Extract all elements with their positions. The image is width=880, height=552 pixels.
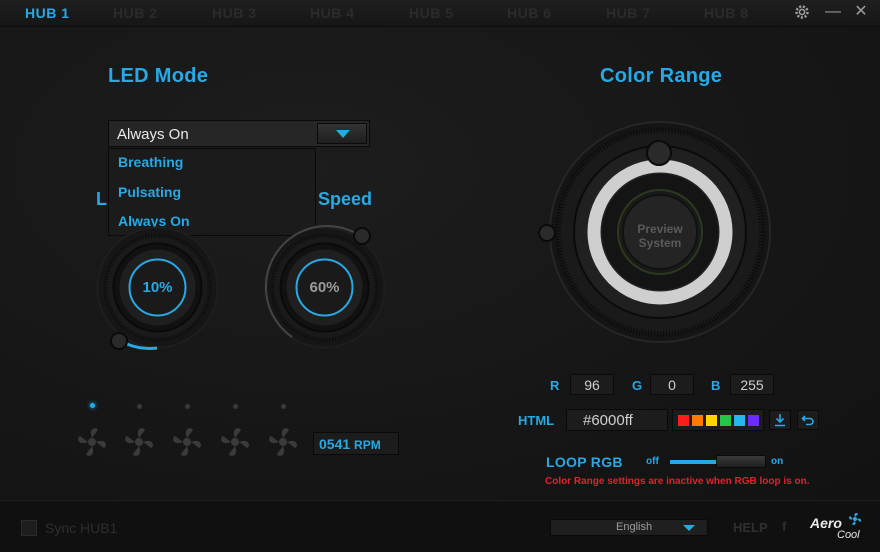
rpm-unit: RPM [354, 438, 381, 452]
loop-rgb-label: LOOP RGB [546, 454, 623, 470]
fan-icon[interactable] [74, 424, 110, 460]
menu-item-breathing[interactable]: Breathing [118, 154, 183, 170]
led-mode-selected: Always On [117, 126, 189, 143]
preview-system-button[interactable]: Preview System [620, 222, 700, 250]
tab-hub-3[interactable]: HUB 3 [212, 5, 257, 21]
fan-indicator-4 [233, 404, 238, 409]
loop-warning-text: Color Range settings are inactive when R… [545, 476, 810, 487]
speed-value: 60% [309, 279, 340, 296]
color-range-title: Color Range [600, 65, 723, 87]
tab-hub-5[interactable]: HUB 5 [409, 5, 454, 21]
undo-button[interactable] [797, 410, 819, 430]
system-label: System [638, 236, 682, 250]
brightness-label-fragment: L [96, 189, 107, 209]
sync-hub-label: Sync HUB1 [45, 520, 118, 536]
gear-icon[interactable] [792, 3, 812, 26]
hub-tab-bar: HUB 1 HUB 2 HUB 3 HUB 4 HUB 5 HUB 6 HUB … [0, 0, 880, 27]
r-value-field[interactable]: 96 [570, 374, 614, 395]
swatch-orange[interactable] [692, 415, 703, 426]
swatch-red[interactable] [678, 415, 689, 426]
fan-icon[interactable] [121, 424, 157, 460]
chevron-down-icon [683, 525, 695, 531]
tab-hub-6[interactable]: HUB 6 [507, 5, 552, 21]
swatch-purple[interactable] [748, 415, 759, 426]
fan-icon[interactable] [169, 424, 205, 460]
fan-indicator-3 [185, 404, 190, 409]
rpm-display: 0541 RPM [313, 432, 399, 455]
speed-label: Speed [318, 189, 373, 209]
fan-indicator-2 [137, 404, 142, 409]
fan-indicator-1 [90, 403, 95, 408]
language-select[interactable]: English [550, 519, 708, 536]
menu-item-pulsating[interactable]: Pulsating [118, 184, 181, 200]
aerocool-logo: Aero Cool [810, 512, 862, 544]
chevron-down-icon [336, 130, 350, 138]
help-link[interactable]: HELP [733, 520, 768, 535]
toggle-off-label: off [646, 456, 659, 467]
download-icon [775, 414, 785, 427]
toggle-on-label: on [771, 456, 784, 467]
brightness-value: 10% [142, 279, 173, 296]
swatch-yellow[interactable] [706, 415, 717, 426]
undo-icon [801, 415, 814, 426]
led-mode-menu: Breathing Pulsating Always On [108, 148, 316, 236]
save-color-button[interactable] [769, 410, 791, 430]
preview-label: Preview [637, 222, 683, 236]
r-label: R [550, 378, 560, 393]
loop-rgb-toggle[interactable] [716, 455, 766, 468]
fan-icon[interactable] [265, 424, 301, 460]
color-swatches [672, 409, 764, 431]
language-value: English [616, 521, 653, 533]
led-mode-title: LED Mode [108, 65, 209, 87]
swatch-green[interactable] [720, 415, 731, 426]
tab-hub-4[interactable]: HUB 4 [310, 5, 355, 21]
swatch-cyan[interactable] [734, 415, 745, 426]
facebook-icon[interactable]: f [782, 519, 786, 534]
close-button[interactable]: ✕ [851, 3, 871, 21]
sync-hub-checkbox[interactable] [21, 520, 37, 536]
logo-fan-icon [849, 513, 861, 525]
html-label: HTML [518, 413, 555, 428]
brightness-knob[interactable]: 10% [95, 225, 220, 350]
html-color-field[interactable]: #6000ff [566, 409, 668, 431]
tab-hub-7[interactable]: HUB 7 [606, 5, 651, 21]
logo-text-cool: Cool [837, 529, 860, 541]
b-label: B [711, 378, 721, 393]
rpm-number: 0541 [319, 436, 351, 452]
tab-hub-1[interactable]: HUB 1 [25, 5, 70, 21]
g-label: G [632, 378, 643, 393]
fan-indicator-5 [281, 404, 286, 409]
bottom-bar: Sync HUB1 English HELP f Aero Cool [0, 500, 880, 552]
b-value-field[interactable]: 255 [730, 374, 774, 395]
fan-icon[interactable] [217, 424, 253, 460]
dropdown-arrow-button[interactable] [317, 123, 367, 144]
tab-hub-2[interactable]: HUB 2 [113, 5, 158, 21]
minimize-button[interactable]: — [823, 3, 843, 21]
speed-knob[interactable]: 60% [262, 225, 387, 350]
tab-hub-8[interactable]: HUB 8 [704, 5, 749, 21]
g-value-field[interactable]: 0 [650, 374, 694, 395]
led-mode-dropdown[interactable]: Always On [108, 120, 370, 147]
